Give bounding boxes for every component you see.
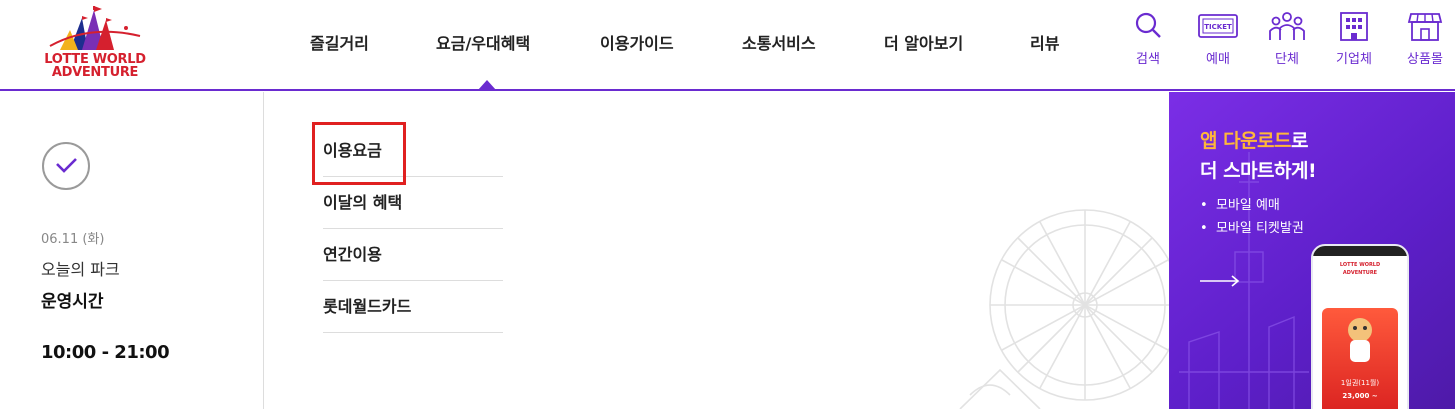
pricing-submenu: 이용요금 이달의 혜택 연간이용 롯데월드카드 [312, 122, 503, 333]
phone-app-logo: LOTTE WORLD ADVENTURE [1313, 256, 1407, 282]
ticket-icon-text: TICKET [1204, 23, 1232, 31]
search-icon [1135, 12, 1161, 38]
operating-hours-label: 운영시간 [41, 292, 104, 312]
shop-button[interactable]: 상품몰 [1395, 10, 1455, 67]
clock-icon [42, 142, 90, 190]
group-label: 단체 [1275, 52, 1299, 67]
nav-item-review[interactable]: 리뷰 [1030, 30, 1059, 56]
submenu-item-annual-pass[interactable]: 연간이용 [323, 229, 503, 281]
shop-label: 상품몰 [1407, 52, 1443, 67]
banner-title: 앱 다운로드로 [1200, 126, 1308, 153]
corporate-label: 기업체 [1336, 52, 1372, 67]
search-button[interactable]: 검색 [1118, 10, 1178, 67]
mascot-icon [1348, 318, 1372, 362]
logo-text: LOTTE WORLD ADVENTURE [30, 53, 160, 79]
phone-status-bar [1313, 246, 1407, 256]
bullet-text: 모바일 예매 [1215, 198, 1280, 213]
ticket-button[interactable]: TICKET 예매 [1188, 10, 1248, 67]
today-park-label: 오늘의 파크 [41, 260, 120, 279]
phone-ticket-card: 1일권(11월) 23,000 ~ [1322, 308, 1398, 409]
lotte-world-logo[interactable]: LOTTE WORLD ADVENTURE [30, 4, 160, 84]
search-label: 검색 [1136, 52, 1160, 67]
park-hours-panel: 06.11 (화) 오늘의 파크 운영시간 10:00 - 21:00 [0, 92, 264, 409]
arrow-right-icon [1200, 275, 1240, 287]
submenu-item-lotte-world-card[interactable]: 롯데월드카드 [323, 281, 503, 333]
banner-title-rest: 로 [1291, 130, 1308, 152]
active-nav-caret [478, 80, 496, 90]
submenu-item-admission-fees[interactable]: 이용요금 [312, 122, 503, 185]
nav-item-pricing-benefits[interactable]: 요금/우대혜택 [436, 30, 530, 56]
submenu-highlight [312, 122, 406, 185]
bullet-text: 모바일 티켓발권 [1215, 221, 1304, 236]
phone-ticket-name: 1일권(11월) [1340, 379, 1380, 387]
nav-item-guide[interactable]: 이용가이드 [600, 30, 674, 56]
operating-hours: 10:00 - 21:00 [41, 342, 170, 363]
today-date: 06.11 (화) [41, 232, 105, 247]
banner-bullet-mobile-booking: • 모바일 예매 [1200, 198, 1280, 213]
nav-item-more[interactable]: 더 알아보기 [884, 30, 963, 56]
group-button[interactable]: 단체 [1257, 10, 1317, 67]
site-header: LOTTE WORLD ADVENTURE 즐길거리 요금/우대혜택 이용가이드… [0, 0, 1455, 91]
phone-logo-line-1: LOTTE WORLD [1339, 262, 1381, 268]
submenu-item-monthly-benefits[interactable]: 이달의 혜택 [323, 177, 503, 229]
banner-subtitle: 더 스마트하게! [1200, 160, 1317, 182]
shop-icon [1407, 13, 1443, 41]
corporate-button[interactable]: 기업체 [1324, 10, 1384, 67]
ferris-wheel-illustration [959, 209, 1170, 409]
nav-item-communication[interactable]: 소통서비스 [742, 30, 816, 56]
phone-logo-line-2: ADVENTURE [1342, 270, 1378, 276]
app-download-banner[interactable]: 앱 다운로드로 더 스마트하게! • 모바일 예매 • 모바일 티켓발권 LOT… [1169, 92, 1455, 409]
logo-line-2: ADVENTURE [51, 65, 139, 80]
building-icon [1340, 12, 1368, 41]
ticket-icon: TICKET [1198, 14, 1238, 38]
nav-item-activities[interactable]: 즐길거리 [310, 30, 369, 56]
group-icon [1269, 12, 1305, 40]
banner-bullet-mobile-ticket: • 모바일 티켓발권 [1200, 221, 1304, 236]
phone-ticket-price: 23,000 ~ [1342, 392, 1378, 400]
castle-logo-icon [49, 4, 141, 50]
phone-mockup: LOTTE WORLD ADVENTURE 1일권(11월) 23,000 ~ [1311, 244, 1409, 409]
ticket-label: 예매 [1206, 52, 1230, 67]
banner-title-highlight: 앱 다운로드 [1200, 130, 1292, 152]
